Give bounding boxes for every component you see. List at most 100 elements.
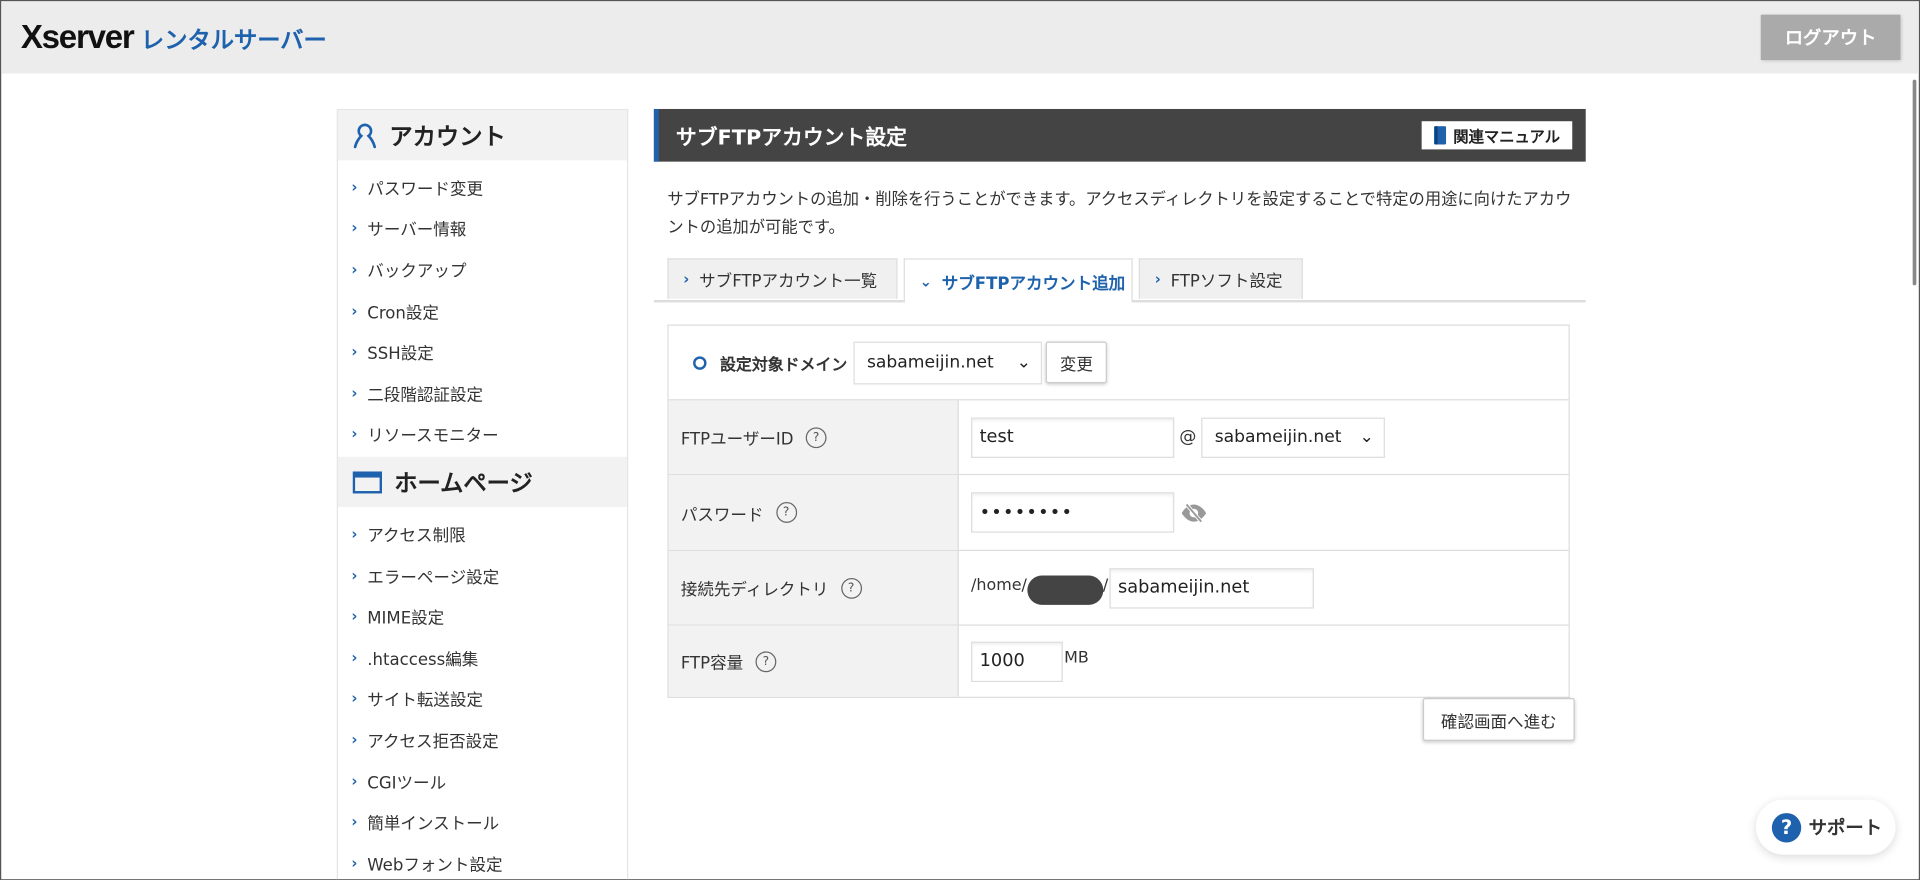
help-icon[interactable]: ?: [775, 502, 797, 523]
domain-select[interactable]: sabameijin.net ⌄: [853, 341, 1043, 384]
chevron-down-icon: ⌄: [919, 272, 932, 290]
logo-brand: Xserver: [20, 18, 135, 56]
sidebar-item-label: CGIツール: [367, 773, 447, 793]
label-text: FTP容量: [680, 653, 744, 674]
directory-suffix: /: [1102, 576, 1109, 595]
help-icon[interactable]: ?: [755, 650, 777, 672]
sub-ftp-add-form: 設定対象ドメイン sabameijin.net ⌄ 変更 FTPユーザーID? t…: [667, 324, 1570, 698]
app-window: Xserver レンタルサーバー ログアウト アカウント › パスワード変更 › サー…: [0, 0, 1920, 880]
help-icon[interactable]: ?: [805, 426, 827, 448]
section-title: アカウント: [389, 123, 506, 151]
sidebar-item[interactable]: › リソースモニター: [338, 413, 627, 454]
chevron-right-icon: ›: [351, 689, 358, 707]
password-input[interactable]: ••••••••: [971, 492, 1175, 533]
question-circle-icon: ?: [1771, 812, 1802, 842]
sidebar-item-label: アクセス拒否設定: [367, 732, 499, 752]
sidebar-item[interactable]: › MIME設定: [338, 596, 627, 637]
sidebar-item-label: サーバー情報: [367, 220, 467, 241]
page-title: サブFTPアカウント設定: [675, 126, 907, 151]
field-value: /home/ / sabameijin.net: [959, 551, 1569, 624]
chevron-right-icon: ›: [351, 813, 358, 831]
sidebar-item[interactable]: › Webフォント設定: [338, 842, 627, 879]
sidebar-item-label: Cron設定: [367, 303, 439, 323]
chevron-right-icon: ›: [351, 219, 358, 237]
logout-button[interactable]: ログアウト: [1760, 14, 1901, 61]
sidebar-item[interactable]: › アクセス制限: [338, 513, 627, 554]
row-ftp-user-id: FTPユーザーID? test @ sabameijin.net ⌄: [668, 400, 1569, 476]
tab-label: FTPソフト設定: [1170, 271, 1283, 292]
sidebar: アカウント › パスワード変更 › サーバー情報 › バックアップ › Cron設定 › SSH設…: [336, 108, 629, 880]
sidebar-list: › パスワード変更 › サーバー情報 › バックアップ › Cron設定 › SSH設定 › 二段階認…: [338, 160, 627, 457]
browser-window-icon: [352, 471, 383, 494]
field-value: 1000 MB: [959, 626, 1569, 697]
chevron-right-icon: ›: [351, 178, 358, 196]
sidebar-item[interactable]: › バックアップ: [338, 249, 627, 290]
sidebar-item-label: アクセス制限: [367, 526, 466, 547]
tab-ftp-software[interactable]: › FTPソフト設定: [1138, 258, 1303, 299]
xserver-logo[interactable]: Xserver レンタルサーバー: [21, 18, 327, 56]
chevron-right-icon: ›: [351, 854, 358, 872]
sidebar-item[interactable]: › サイト転送設定: [338, 678, 627, 719]
page-title-bar: サブFTPアカウント設定 関連マニュアル: [653, 108, 1586, 162]
sidebar-item-label: MIME設定: [367, 608, 445, 629]
scrollbar[interactable]: [1912, 79, 1917, 286]
chevron-right-icon: ›: [351, 566, 358, 584]
field-label: FTP容量?: [668, 625, 959, 697]
tab-sub-ftp-add[interactable]: ⌄ サブFTPアカウント追加: [903, 258, 1133, 303]
sidebar-item[interactable]: › サーバー情報: [338, 208, 627, 249]
label-text: パスワード: [680, 505, 764, 525]
label-text: 接続先ディレクトリ: [680, 580, 829, 601]
sidebar-item[interactable]: › 簡単インストール: [338, 801, 627, 842]
confirm-button[interactable]: 確認画面へ進む: [1422, 697, 1575, 741]
domain-row: 設定対象ドメイン sabameijin.net ⌄ 変更: [668, 326, 1569, 401]
sidebar-item[interactable]: › 二段階認証設定: [338, 372, 627, 413]
ftp-user-id-input[interactable]: test: [971, 416, 1175, 458]
row-capacity: FTP容量? 1000 MB: [668, 625, 1569, 697]
sidebar-item-label: 二段階認証設定: [367, 385, 484, 406]
eye-slash-icon[interactable]: [1179, 501, 1208, 523]
field-label: FTPユーザーID?: [668, 400, 959, 474]
sidebar-item[interactable]: › Cron設定: [338, 290, 627, 331]
capacity-input[interactable]: 1000: [971, 641, 1063, 682]
sidebar-item[interactable]: › SSH設定: [338, 331, 627, 372]
chevron-right-icon: ›: [351, 343, 358, 361]
circle-icon: [693, 355, 707, 370]
book-icon: [1433, 126, 1446, 145]
chevron-down-icon: ⌄: [1016, 352, 1032, 373]
related-manual-button[interactable]: 関連マニュアル: [1421, 121, 1573, 150]
change-domain-button[interactable]: 変更: [1045, 341, 1107, 384]
chevron-right-icon: ›: [351, 607, 358, 625]
sidebar-item[interactable]: › CGIツール: [338, 760, 627, 801]
domain-label: 設定対象ドメイン: [720, 355, 848, 375]
tab-label: サブFTPアカウント一覧: [699, 271, 878, 292]
row-password: パスワード? ••••••••: [668, 475, 1569, 552]
chevron-right-icon: ›: [351, 730, 358, 749]
support-button[interactable]: ? サポート: [1755, 799, 1896, 855]
sidebar-item[interactable]: › パスワード変更: [338, 167, 627, 208]
redacted-username: [1026, 575, 1103, 605]
at-sign: @: [1179, 427, 1197, 447]
chevron-right-icon: ›: [351, 525, 358, 543]
user-domain-select[interactable]: sabameijin.net ⌄: [1201, 416, 1385, 458]
tab-sub-ftp-list[interactable]: › サブFTPアカウント一覧: [667, 258, 898, 299]
main-content: サブFTPアカウント設定 関連マニュアル サブFTPアカウントの追加・削除を行う…: [653, 108, 1586, 303]
sidebar-item-label: バックアップ: [367, 262, 467, 282]
manual-label: 関連マニュアル: [1453, 127, 1561, 146]
sidebar-item-label: 簡単インストール: [367, 814, 500, 835]
help-icon[interactable]: ?: [840, 577, 862, 599]
sidebar-item-label: リソースモニター: [367, 426, 499, 447]
sidebar-item[interactable]: › エラーページ設定: [338, 554, 627, 595]
chevron-right-icon: ›: [351, 648, 358, 666]
chevron-right-icon: ›: [1154, 270, 1161, 288]
section-title: ホームページ: [394, 470, 533, 498]
sidebar-item-label: サイト転送設定: [367, 691, 484, 711]
sidebar-item[interactable]: › .htaccess編集: [338, 637, 627, 678]
chevron-right-icon: ›: [351, 384, 358, 402]
sidebar-item[interactable]: › アクセス拒否設定: [338, 719, 627, 760]
row-directory: 接続先ディレクトリ? /home/ / sabameijin.net: [668, 551, 1569, 626]
directory-prefix: /home/: [971, 576, 1027, 595]
field-label: 接続先ディレクトリ?: [668, 551, 959, 625]
support-label: サポート: [1808, 816, 1883, 839]
chevron-right-icon: ›: [351, 425, 358, 443]
directory-input[interactable]: sabameijin.net: [1109, 567, 1314, 608]
